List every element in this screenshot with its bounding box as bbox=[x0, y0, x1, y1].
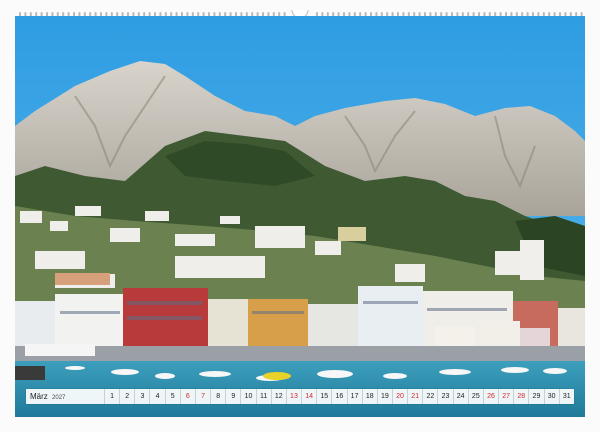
day-cell: 3 bbox=[134, 389, 149, 404]
calendar-strip: März 2027 1 2 3 4 5 6 7 8 9 10 11 12 13 14 15 16 17 18 19 2… bbox=[26, 389, 574, 404]
day-cell: 5 bbox=[164, 389, 180, 404]
day-cell: 22 bbox=[422, 389, 437, 404]
day-cell: 21 bbox=[407, 389, 422, 404]
day-cell: 13 bbox=[285, 389, 301, 404]
day-cell: 31 bbox=[558, 389, 574, 404]
day-cell: 28 bbox=[513, 389, 528, 404]
day-cell: 2 bbox=[119, 389, 134, 404]
month-label: März 2027 bbox=[26, 389, 104, 404]
day-cell: 18 bbox=[361, 389, 377, 404]
day-cell: 1 bbox=[104, 389, 119, 404]
calendar-page: März 2027 1 2 3 4 5 6 7 8 9 10 11 12 13 14 15 16 17 18 19 2… bbox=[0, 0, 600, 432]
month-name: März bbox=[30, 392, 48, 401]
day-cell: 10 bbox=[240, 389, 255, 404]
day-cell: 25 bbox=[467, 389, 483, 404]
day-cell: 27 bbox=[498, 389, 513, 404]
day-cell: 20 bbox=[391, 389, 407, 404]
day-cell: 26 bbox=[482, 389, 498, 404]
year-label: 2027 bbox=[52, 395, 66, 401]
day-cell: 6 bbox=[179, 389, 195, 404]
day-cell: 16 bbox=[331, 389, 346, 404]
day-cell: 12 bbox=[270, 389, 286, 404]
day-cell: 11 bbox=[255, 389, 271, 404]
day-cell: 7 bbox=[194, 389, 210, 404]
day-cell: 8 bbox=[210, 389, 225, 404]
day-cell: 29 bbox=[528, 389, 543, 404]
day-cell: 14 bbox=[301, 389, 316, 404]
day-cell: 17 bbox=[346, 389, 362, 404]
calendar-photo bbox=[15, 16, 585, 417]
day-cell: 23 bbox=[437, 389, 452, 404]
day-cell: 15 bbox=[316, 389, 331, 404]
day-cell: 24 bbox=[452, 389, 468, 404]
day-cell: 9 bbox=[225, 389, 240, 404]
day-cell: 30 bbox=[543, 389, 559, 404]
day-cells: 1 2 3 4 5 6 7 8 9 10 11 12 13 14 15 16 17 18 19 20 21 22 23 24 2… bbox=[104, 389, 574, 404]
day-cell: 4 bbox=[149, 389, 164, 404]
day-cell: 19 bbox=[376, 389, 392, 404]
